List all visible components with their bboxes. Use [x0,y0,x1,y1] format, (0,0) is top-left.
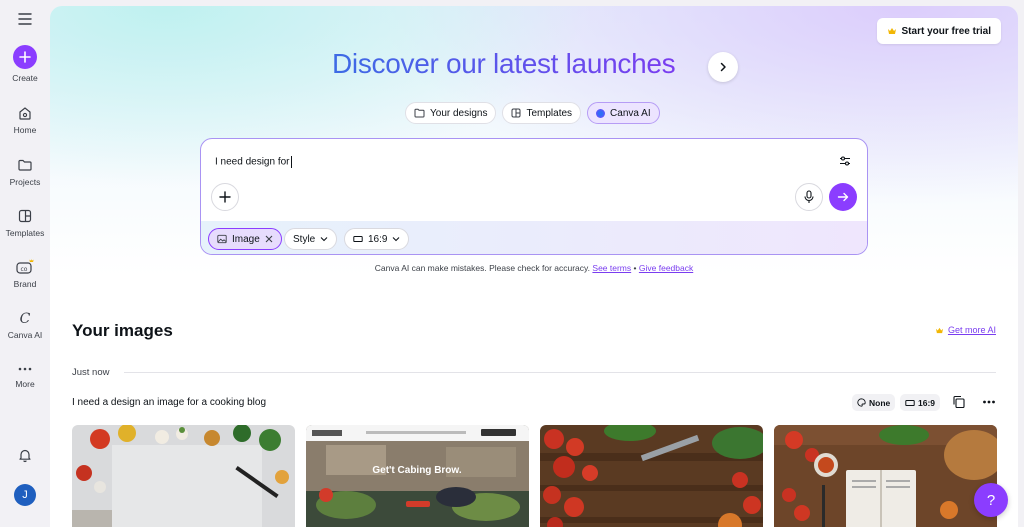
generated-image-4[interactable] [774,425,997,527]
group-timestamp: Just now [72,367,110,378]
voice-input-button[interactable] [795,183,823,211]
templates-icon [18,209,32,223]
tab-canva-ai[interactable]: Canva AI [587,102,660,124]
tab-label: Your designs [430,107,488,119]
sidebar-item-label: Create [12,73,38,83]
chevron-down-icon [393,237,400,242]
avatar[interactable]: J [14,484,36,506]
palette-icon [857,398,866,407]
chip-label: 16:9 [368,233,388,245]
image-type-chip[interactable]: Image [208,228,282,250]
close-icon[interactable] [265,235,273,243]
folder-icon [414,108,425,118]
svg-text:C: C [20,311,31,326]
chip-label: Image [232,233,260,245]
aspect-ratio-icon [353,236,363,242]
more-options-button[interactable] [982,395,996,414]
prompt-text: I need design for [215,156,290,168]
style-tag: None [852,394,896,411]
sliders-icon [840,156,850,166]
more-icon [18,367,32,371]
ratio-tag-label: 16:9 [918,397,936,408]
image-icon [217,234,227,244]
prompt-settings-button[interactable] [839,154,851,172]
sidebar-item-create[interactable]: Create [0,45,50,83]
canva-ai-icon [596,108,606,118]
sidebar-item-home[interactable]: Home [0,105,50,135]
send-button[interactable] [829,183,857,211]
page-headline: Discover our latest launches [332,48,676,79]
sidebar-item-projects[interactable]: Projects [0,157,50,187]
svg-text:co: co [21,266,28,273]
generated-image-3[interactable] [540,425,763,527]
copy-icon [953,395,965,409]
canva-ai-icon: C [20,311,31,326]
home-icon [19,107,31,120]
prompt-input[interactable]: I need design for [215,156,292,168]
generation-prompt: I need a design an image for a cooking b… [72,397,267,408]
chevron-right-icon [720,62,726,72]
generated-image-1[interactable] [72,425,295,527]
hamburger-icon [18,13,32,25]
sidebar-item-label: Projects [9,177,41,187]
sidebar-item-label: More [15,379,35,389]
style-dropdown[interactable]: Style [284,228,338,250]
separator: • [633,263,637,273]
main-panel: Start your free trial Discover our lates… [50,6,1018,527]
tab-your-designs[interactable]: Your designs [405,102,497,124]
notifications-button[interactable] [0,447,50,463]
get-more-ai-link[interactable]: Get more AI [935,325,996,335]
microphone-icon [804,190,814,203]
sidebar-item-label: Canva AI [7,330,43,340]
crown-icon [887,28,896,34]
ratio-tag: 16:9 [900,394,941,411]
sidebar-item-templates[interactable]: Templates [0,208,50,238]
sidebar-item-more[interactable]: More [0,363,50,389]
crown-icon [935,327,943,333]
sidebar-item-label: Brand [13,279,37,289]
start-trial-button[interactable]: Start your free trial [876,18,1001,44]
section-title: Your images [72,321,173,340]
ai-prompt-box: I need design for Image Style 16:9 [200,138,868,255]
get-more-label: Get more AI [947,325,996,335]
text-caret [290,156,292,168]
plus-icon [13,45,37,69]
aspect-ratio-dropdown[interactable]: 16:9 [344,228,410,250]
ai-disclaimer: Canva AI can make mistakes. Please check… [50,263,1018,273]
thumb-heading: Get't Cabing Brow. [372,465,461,476]
sidebar-item-label: Templates [5,228,45,238]
give-feedback-link[interactable]: Give feedback [639,263,693,273]
add-attachment-button[interactable] [211,183,239,211]
disclaimer-text: Canva AI can make mistakes. Please check… [374,263,591,273]
templates-icon [511,108,521,118]
trial-label: Start your free trial [901,25,991,37]
tab-templates[interactable]: Templates [502,102,582,124]
brand-icon: co [16,259,34,274]
folder-icon [18,159,32,171]
arrow-right-icon [837,192,849,202]
plus-icon [219,191,231,203]
mode-tabs: Your designs Templates Canva AI [405,102,660,124]
sidebar-item-canva-ai[interactable]: C Canva AI [0,310,50,340]
prompt-options-bar: Image Style 16:9 [201,221,867,254]
aspect-ratio-icon [905,399,915,406]
divider [124,372,996,373]
style-tag-label: None [869,397,891,408]
copy-prompt-button[interactable] [952,395,966,414]
see-terms-link[interactable]: See terms [592,263,631,273]
help-button[interactable]: ? [974,483,1008,517]
chevron-down-icon [320,237,328,242]
generated-image-2[interactable]: Get't Cabing Brow. [306,425,529,527]
sidebar-item-brand[interactable]: co Brand [0,258,50,289]
more-horizontal-icon [983,400,995,404]
next-launch-button[interactable] [708,52,738,82]
tab-label: Canva AI [610,107,651,119]
tab-label: Templates [526,107,573,119]
left-sidebar: Create Home Projects Templates co Brand … [0,0,50,527]
bell-icon [19,449,31,463]
chip-label: Style [293,233,316,245]
sidebar-item-label: Home [13,125,37,135]
menu-toggle[interactable] [0,13,50,25]
